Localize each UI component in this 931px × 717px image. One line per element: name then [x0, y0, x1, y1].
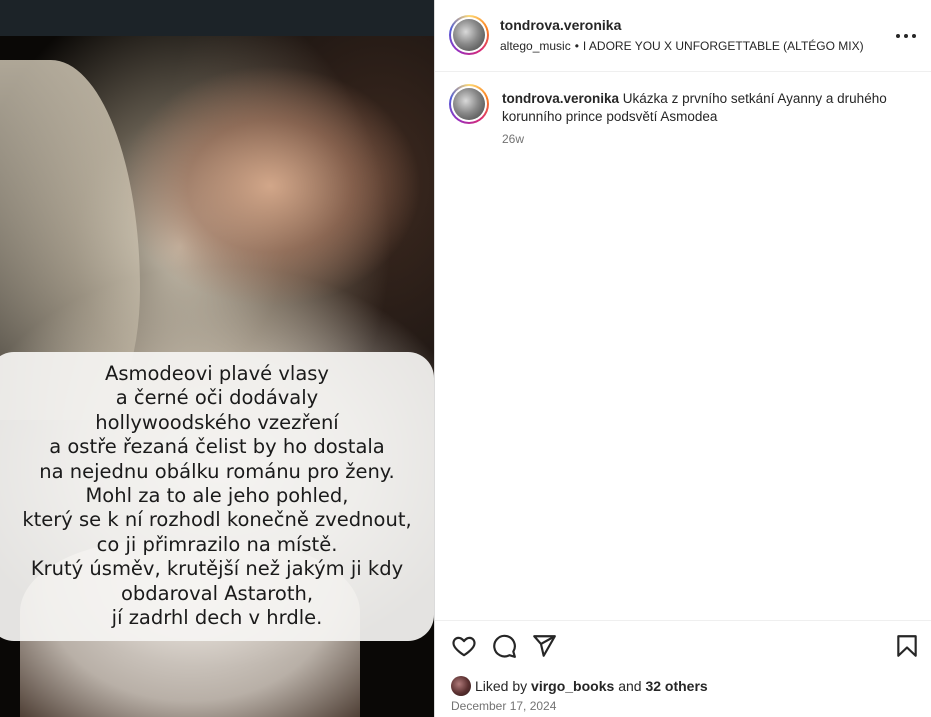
audio-title-link[interactable]: I ADORE YOU X UNFORGETTABLE (ALTÉGO MIX) [583, 39, 864, 53]
likes-and: and [618, 678, 642, 694]
comment-author-avatar[interactable] [449, 84, 489, 124]
likes-summary: Liked by virgo_books and 32 others [451, 676, 708, 696]
liker-username[interactable]: virgo_books [531, 678, 614, 694]
more-horizontal-icon[interactable] [896, 26, 916, 46]
likes-prefix: Liked by [475, 678, 528, 694]
post-details-panel: tondrova.veronika altego_music • I ADORE Y… [434, 0, 931, 717]
bookmark-icon[interactable] [894, 633, 920, 659]
share-icon[interactable] [531, 633, 557, 659]
audio-attribution: altego_music • I ADORE YOU X UNFORGETTABLE… [500, 39, 864, 53]
comment-body: tondrova.veronika Ukázka z prvního setká… [502, 90, 902, 126]
comment-username[interactable]: tondrova.veronika [502, 91, 619, 106]
liker-avatar[interactable] [451, 676, 471, 696]
image-caption-text: Asmodeovi plavé vlasy a černé oči dodáva… [22, 362, 412, 630]
likes-others-link[interactable]: 32 others [645, 678, 707, 694]
comment-icon[interactable] [491, 633, 517, 659]
audio-artist-link[interactable]: altego_music [500, 39, 571, 53]
author-avatar[interactable] [449, 15, 489, 55]
audio-separator: • [574, 39, 579, 53]
post-actions: Liked by virgo_books and 32 others Decem… [435, 620, 931, 717]
media-top-strip [0, 0, 434, 36]
heart-icon[interactable] [451, 633, 477, 659]
author-username[interactable]: tondrova.veronika [500, 17, 621, 33]
post-date[interactable]: December 17, 2024 [451, 699, 556, 713]
post-media[interactable]: Asmodeovi plavé vlasy a černé oči dodáva… [0, 0, 434, 717]
comment-timestamp[interactable]: 26w [502, 132, 524, 146]
post-header: tondrova.veronika altego_music • I ADORE Y… [435, 0, 931, 72]
